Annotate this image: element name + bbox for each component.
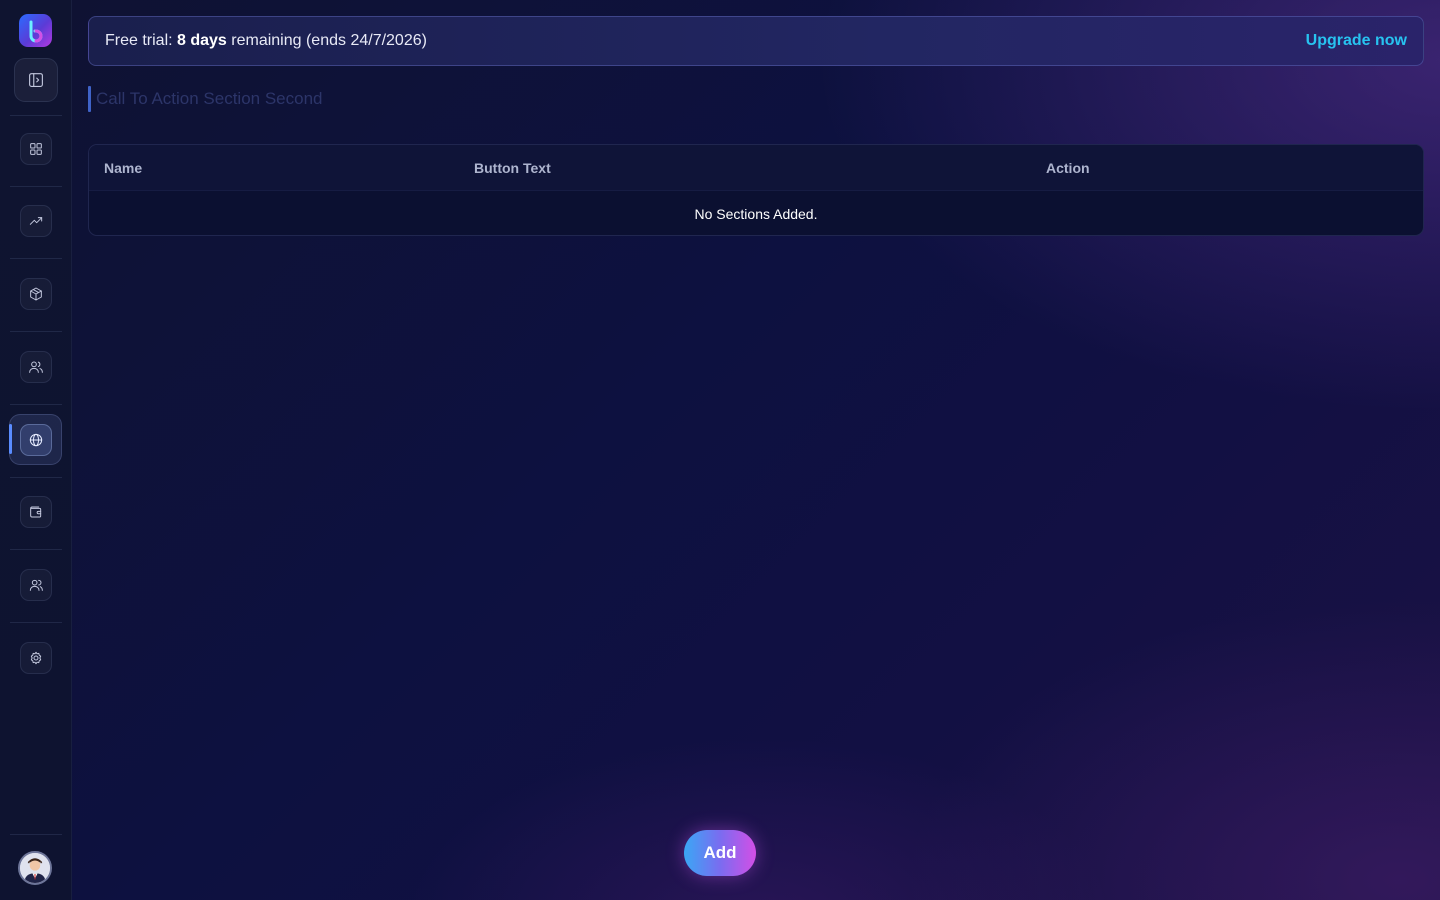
package-box-icon [30, 287, 42, 301]
sidebar-divider [10, 115, 62, 116]
sidebar-active-indicator [9, 424, 12, 454]
sidebar-divider [10, 549, 62, 550]
sidebar-divider [10, 404, 62, 405]
sidebar-item-analytics[interactable] [20, 205, 52, 237]
trial-message: Free trial: 8 days remaining (ends 24/7/… [105, 32, 427, 50]
upgrade-now-link[interactable]: Upgrade now [1306, 32, 1407, 50]
sidebar-item-customers[interactable] [20, 351, 52, 383]
brand-logo[interactable] [19, 14, 52, 47]
empty-state-message: No Sections Added. [694, 205, 818, 222]
column-header-button-text: Button Text [474, 160, 551, 176]
trial-banner: Free trial: 8 days remaining (ends 24/7/… [88, 16, 1424, 66]
team-icon [29, 579, 43, 591]
table-body: No Sections Added. [89, 191, 1423, 235]
sidebar-divider [10, 477, 62, 478]
analytics-trend-icon [29, 217, 43, 225]
trial-suffix: remaining (ends 24/7/2026) [226, 32, 427, 49]
page-title: Call To Action Section Second [96, 89, 323, 108]
sidebar-item-products[interactable] [20, 278, 52, 310]
globe-icon [29, 433, 43, 447]
add-button[interactable]: Add [684, 830, 756, 876]
column-header-name: Name [104, 160, 143, 176]
brand-logo-icon [29, 20, 42, 42]
sidebar-item-wallet[interactable] [20, 496, 52, 528]
sidebar-item-settings[interactable] [20, 642, 52, 674]
dashboard-grid-icon [30, 143, 42, 155]
trial-prefix: Free trial: [105, 32, 178, 49]
sections-table: Name Button Text Action No Sections Adde… [88, 144, 1424, 236]
user-avatar[interactable] [18, 851, 52, 885]
sidebar-divider [10, 186, 62, 187]
customers-icon [29, 361, 43, 373]
sidebar-divider [10, 331, 62, 332]
sidebar-item-dashboard[interactable] [20, 133, 52, 165]
sidebar-item-team[interactable] [20, 569, 52, 601]
gear-icon [30, 651, 42, 665]
column-header-action: Action [1046, 160, 1090, 176]
title-accent-bar [88, 86, 91, 112]
sidebar-toggle-button[interactable] [14, 58, 58, 102]
sidebar-divider [10, 622, 62, 623]
avatar-image-icon [20, 853, 50, 883]
sidebar [0, 0, 72, 900]
sidebar-item-website[interactable] [20, 424, 52, 456]
trial-days-remaining: 8 days [177, 32, 227, 49]
wallet-icon [30, 506, 42, 518]
table-header: Name Button Text Action [89, 145, 1423, 191]
page-header: Call To Action Section Second [88, 86, 323, 112]
sidebar-toggle-icon [29, 73, 43, 87]
sidebar-divider [10, 258, 62, 259]
sidebar-divider [10, 834, 62, 835]
